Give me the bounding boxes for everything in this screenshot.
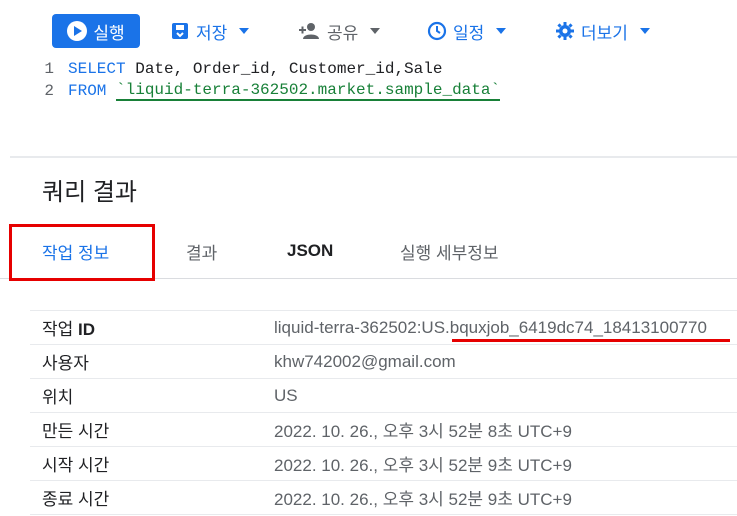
tab-results[interactable]: 결과 bbox=[186, 224, 217, 278]
line-number: 1 bbox=[44, 60, 54, 78]
row-label: 사용자 bbox=[42, 354, 89, 373]
line-number: 2 bbox=[44, 82, 54, 100]
results-title: 쿼리 결과 bbox=[42, 179, 137, 206]
schedule-label: 일정 bbox=[453, 23, 485, 43]
save-icon bbox=[172, 23, 188, 39]
play-icon bbox=[67, 21, 88, 41]
run-label: 실행 bbox=[93, 23, 125, 43]
caret-down-icon bbox=[496, 28, 507, 34]
run-button[interactable]: 실행 bbox=[52, 14, 140, 48]
share-label: 공유 bbox=[327, 23, 359, 43]
sql-keyword: SELECT bbox=[68, 60, 126, 78]
save-button[interactable]: 저장 bbox=[170, 14, 250, 48]
save-label: 저장 bbox=[196, 23, 228, 43]
annotation-underline bbox=[452, 339, 730, 342]
start-time-value: 2022. 10. 26., 오후 3시 52분 9초 UTC+9 bbox=[274, 456, 572, 475]
settings-gear-icon bbox=[556, 22, 574, 40]
annotation-highlight-box bbox=[9, 224, 155, 281]
sql-editor[interactable]: 1 SELECT Date, Order_id, Customer_id,Sal… bbox=[10, 58, 737, 158]
created-time-value: 2022. 10. 26., 오후 3시 52분 8초 UTC+9 bbox=[274, 422, 572, 441]
caret-down-icon bbox=[639, 28, 650, 34]
code-line: 2 FROM `liquid-terra-362502.market.sampl… bbox=[10, 80, 501, 102]
more-button[interactable]: 더보기 bbox=[555, 14, 650, 48]
caret-down-icon bbox=[370, 28, 381, 34]
table-row: 만든 시간 2022. 10. 26., 오후 3시 52분 8초 UTC+9 bbox=[30, 413, 737, 447]
row-label: 위치 bbox=[42, 388, 74, 407]
more-label: 더보기 bbox=[581, 23, 628, 43]
code-line: 1 SELECT Date, Order_id, Customer_id,Sal… bbox=[10, 58, 442, 80]
row-label: 종료 시간 bbox=[42, 490, 110, 509]
sql-keyword: FROM bbox=[68, 82, 107, 100]
share-person-icon bbox=[299, 23, 319, 39]
end-time-value: 2022. 10. 26., 오후 3시 52분 9초 UTC+9 bbox=[274, 490, 572, 509]
query-toolbar: 실행 저장 공유 일정 더보기 bbox=[0, 0, 737, 58]
code-text: Date, Order_id, Customer_id,Sale bbox=[125, 60, 443, 78]
row-label: 시작 시간 bbox=[42, 456, 110, 475]
schedule-button[interactable]: 일정 bbox=[427, 14, 507, 48]
table-row: 시작 시간 2022. 10. 26., 오후 3시 52분 9초 UTC+9 bbox=[30, 447, 737, 481]
caret-down-icon bbox=[239, 28, 250, 34]
tab-json[interactable]: JSON bbox=[287, 224, 333, 278]
row-label: 작업 ID bbox=[42, 320, 96, 339]
share-button[interactable]: 공유 bbox=[297, 14, 381, 48]
editor-divider bbox=[10, 156, 737, 158]
location-value: US bbox=[274, 385, 298, 405]
user-value: khw742002@gmail.com bbox=[274, 351, 456, 371]
table-row: 종료 시간 2022. 10. 26., 오후 3시 52분 9초 UTC+9 bbox=[30, 481, 737, 515]
schedule-clock-icon bbox=[427, 21, 447, 41]
job-id-value: liquid-terra-362502:US.bquxjob_6419dc74_… bbox=[274, 317, 707, 337]
tab-execution-details[interactable]: 실행 세부정보 bbox=[400, 224, 499, 278]
row-label: 만든 시간 bbox=[42, 422, 110, 441]
table-reference-link[interactable]: `liquid-terra-362502.market.sample_data` bbox=[116, 81, 501, 101]
table-row: 사용자 khw742002@gmail.com bbox=[30, 345, 737, 379]
table-row: 위치 US bbox=[30, 379, 737, 413]
